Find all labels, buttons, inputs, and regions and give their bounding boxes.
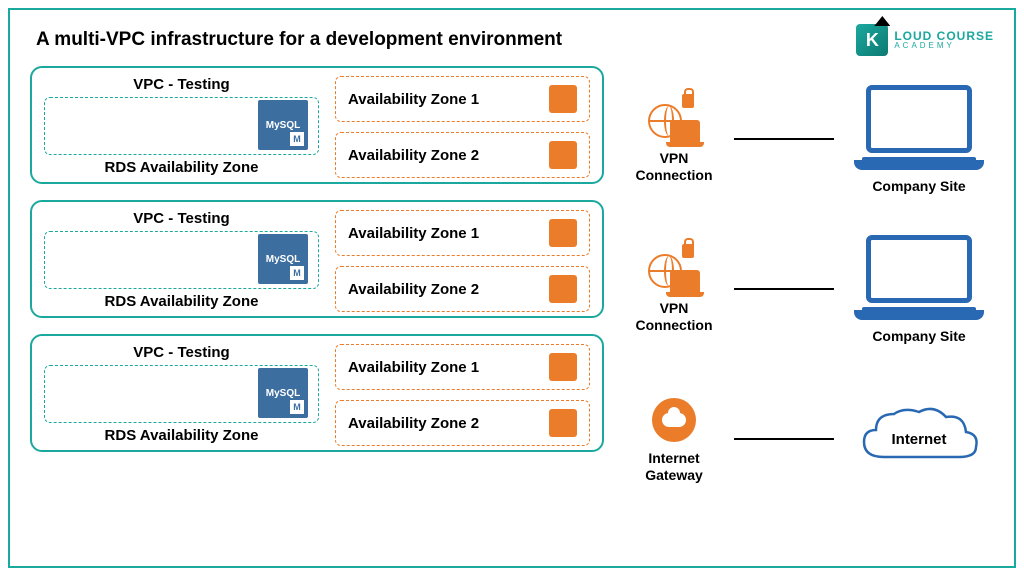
vpc-title: VPC - Testing xyxy=(44,76,319,93)
rds-zone: MySQL M xyxy=(44,97,319,155)
az-box: Availability Zone 2 xyxy=(335,400,590,446)
connection-line xyxy=(734,438,834,440)
az-box: Availability Zone 1 xyxy=(335,344,590,390)
connection-label: Internet Gateway xyxy=(624,450,724,484)
az-box: Availability Zone 1 xyxy=(335,76,590,122)
connection-line xyxy=(734,138,834,140)
mysql-icon: MySQL M xyxy=(258,368,308,418)
az-square-icon xyxy=(549,85,577,113)
vpc-box: VPC - Testing MySQL M RDS Availability Z… xyxy=(30,334,604,452)
diagram-content: VPC - Testing MySQL M RDS Availability Z… xyxy=(10,60,1014,504)
connection-row: VPN Connection Company Site xyxy=(624,224,994,354)
brand-logo: K LOUD COURSE ACADEMY xyxy=(856,24,994,56)
rds-label: RDS Availability Zone xyxy=(44,293,319,310)
connection-row: VPN Connection Company Site xyxy=(624,74,994,204)
header: A multi-VPC infrastructure for a develop… xyxy=(10,10,1014,60)
mysql-icon: MySQL M xyxy=(258,234,308,284)
az-box: Availability Zone 2 xyxy=(335,132,590,178)
az-square-icon xyxy=(549,275,577,303)
vpn-icon xyxy=(648,244,700,296)
az-square-icon xyxy=(549,141,577,169)
rds-zone: MySQL M xyxy=(44,231,319,289)
rds-label: RDS Availability Zone xyxy=(44,427,319,444)
rds-label: RDS Availability Zone xyxy=(44,159,319,176)
connection-line xyxy=(734,288,834,290)
target-label: Company Site xyxy=(872,328,965,344)
az-square-icon xyxy=(549,219,577,247)
az-box: Availability Zone 1 xyxy=(335,210,590,256)
connection-label: VPN Connection xyxy=(624,300,724,334)
az-square-icon xyxy=(549,409,577,437)
vpc-box: VPC - Testing MySQL M RDS Availability Z… xyxy=(30,66,604,184)
diagram-title: A multi-VPC infrastructure for a develop… xyxy=(36,29,562,51)
rds-zone: MySQL M xyxy=(44,365,319,423)
vpc-title: VPC - Testing xyxy=(44,344,319,361)
logo-text-bot: ACADEMY xyxy=(894,42,994,50)
cloud-icon: Internet xyxy=(854,402,984,477)
diagram-frame: A multi-VPC infrastructure for a develop… xyxy=(8,8,1016,568)
connection-label: VPN Connection xyxy=(624,150,724,184)
laptop-icon xyxy=(854,235,984,320)
target-label: Internet xyxy=(891,431,946,448)
az-box: Availability Zone 2 xyxy=(335,266,590,312)
vpn-icon xyxy=(648,94,700,146)
logo-icon: K xyxy=(856,24,888,56)
vpc-title: VPC - Testing xyxy=(44,210,319,227)
internet-gateway-icon xyxy=(648,394,700,446)
target-label: Company Site xyxy=(872,178,965,194)
mysql-icon: MySQL M xyxy=(258,100,308,150)
laptop-icon xyxy=(854,85,984,170)
connection-column: VPN Connection Company Site VPN Connecti… xyxy=(624,66,994,504)
vpc-column: VPC - Testing MySQL M RDS Availability Z… xyxy=(30,66,604,504)
vpc-box: VPC - Testing MySQL M RDS Availability Z… xyxy=(30,200,604,318)
connection-row: Internet Gateway Internet xyxy=(624,374,994,504)
az-square-icon xyxy=(549,353,577,381)
